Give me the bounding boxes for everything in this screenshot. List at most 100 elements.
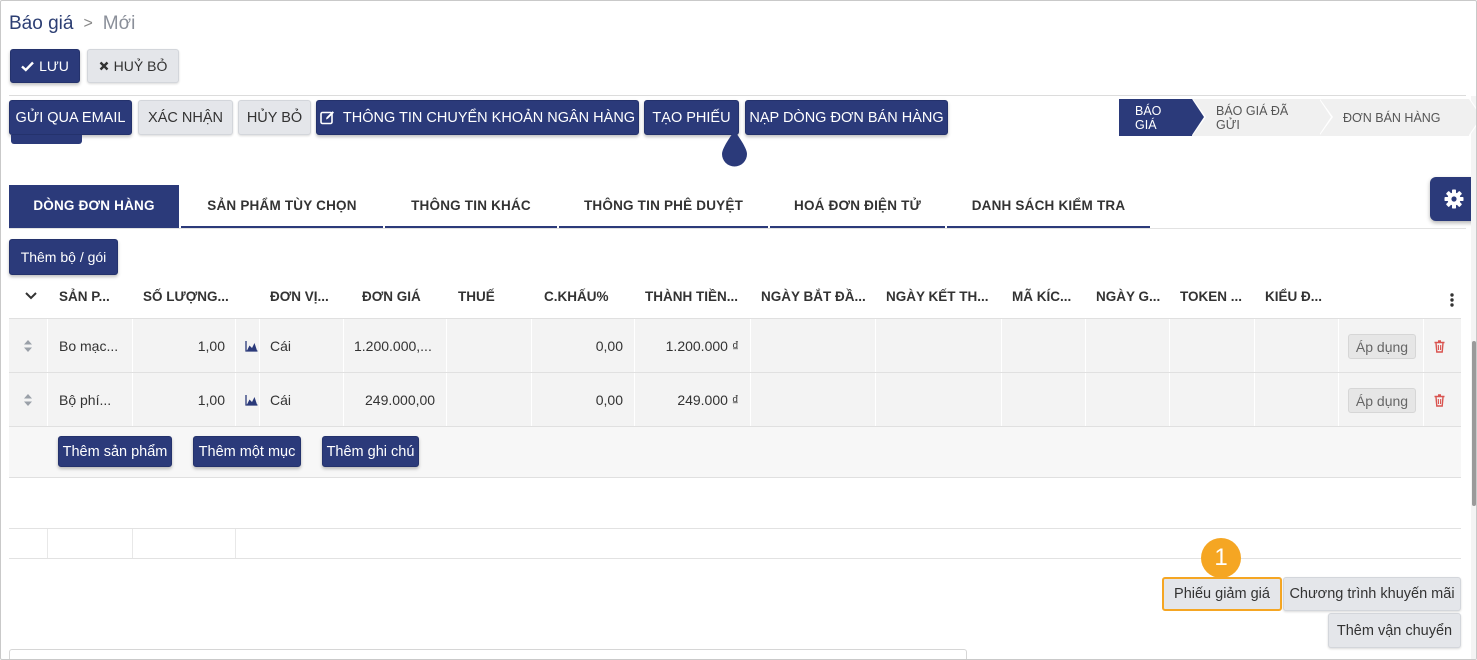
tab-other-info-label: THÔNG TIN KHÁC: [411, 198, 531, 213]
coupon-label: Phiếu giảm giá: [1174, 586, 1270, 602]
column-start-date[interactable]: NGÀY BẮT ĐẦ...: [761, 289, 866, 304]
row-quantity[interactable]: 1,00: [139, 319, 225, 373]
discard-button[interactable]: HUỶ BỎ: [87, 49, 179, 83]
add-bundle-button[interactable]: Thêm bộ / gói: [9, 239, 118, 275]
column-separator: [1254, 319, 1255, 373]
column-product[interactable]: SẢN P...: [59, 289, 110, 304]
add-shipping-button[interactable]: Thêm vận chuyển: [1328, 613, 1461, 648]
tab-approval-info[interactable]: THÔNG TIN PHÊ DUYỆT: [559, 185, 768, 228]
cancel-quote-label: HỦY BỎ: [246, 109, 303, 126]
hidden-button-edge: [11, 135, 82, 144]
tab-e-invoice-label: HOÁ ĐƠN ĐIỆN TỬ: [794, 198, 921, 213]
send-email-button[interactable]: GỬI QUA EMAIL: [9, 100, 132, 135]
column-separator: [259, 373, 260, 427]
tab-checklist[interactable]: DANH SÁCH KIỂM TRA: [947, 185, 1150, 228]
tab-e-invoice[interactable]: HOÁ ĐƠN ĐIỆN TỬ: [770, 185, 945, 228]
table-row[interactable]: Bộ phí... 1,00 Cái 249.000,00 0,00 249.0…: [9, 372, 1461, 427]
coupon-button[interactable]: Phiếu giảm giá: [1162, 577, 1282, 611]
column-separator: [132, 529, 133, 558]
stage-sales-order[interactable]: ĐƠN BÁN HÀNG: [1319, 99, 1476, 136]
column-separator: [750, 373, 751, 427]
discard-label: HUỶ BỎ: [113, 58, 168, 74]
column-discount[interactable]: C.KHẤU%: [544, 289, 609, 304]
column-activation-code[interactable]: MÃ KÍC...: [1012, 289, 1071, 304]
tab-other-info[interactable]: THÔNG TIN KHÁC: [385, 185, 557, 228]
chevron-down-icon[interactable]: [25, 292, 37, 300]
row-uom[interactable]: Cái: [270, 373, 291, 427]
row-quantity[interactable]: 1,00: [139, 373, 225, 427]
tab-order-lines-label: DÒNG ĐƠN HÀNG: [33, 198, 155, 213]
stage-quotation-sent-label: BÁO GIÁ ĐÃ GỬI: [1216, 103, 1289, 132]
row-unit-price[interactable]: 1.200.000,...: [354, 319, 432, 373]
add-section-label: Thêm một mục: [198, 443, 296, 460]
breadcrumb-root[interactable]: Báo giá: [9, 13, 73, 35]
column-separator: [1338, 373, 1339, 427]
column-separator: [531, 373, 532, 427]
sort-handle-icon[interactable]: [23, 319, 33, 373]
stage-quotation[interactable]: BÁO GIÁ: [1119, 99, 1206, 136]
row-discount[interactable]: 0,00: [539, 319, 623, 373]
row-subtotal: 1.200.000 ₫: [665, 338, 739, 354]
trash-icon[interactable]: [1434, 373, 1445, 427]
create-ticket-button[interactable]: TẠO PHIẾU: [644, 100, 739, 135]
gear-icon: [1444, 189, 1464, 209]
sort-handle-icon[interactable]: [23, 373, 33, 427]
column-separator: [1085, 373, 1086, 427]
terms-note-field[interactable]: [9, 649, 967, 659]
chart-icon[interactable]: [245, 373, 258, 427]
apply-button[interactable]: Áp dụng: [1348, 388, 1416, 413]
load-sales-lines-label: NẠP DÒNG ĐƠN BÁN HÀNG: [749, 109, 944, 126]
trash-icon[interactable]: [1434, 319, 1445, 373]
row-uom[interactable]: Cái: [270, 319, 291, 373]
column-date-g[interactable]: NGÀY G...: [1096, 289, 1160, 304]
apply-button[interactable]: Áp dụng: [1348, 334, 1416, 359]
empty-row-line: [9, 528, 1461, 529]
settings-button[interactable]: [1430, 177, 1476, 221]
bank-info-button[interactable]: THÔNG TIN CHUYỂN KHOẢN NGÂN HÀNG: [316, 100, 639, 135]
column-subtotal[interactable]: THÀNH TIỀN...: [645, 289, 738, 304]
table-row[interactable]: Bo mạc... 1,00 Cái 1.200.000,... 0,00 1.…: [9, 318, 1461, 373]
column-end-date[interactable]: NGÀY KẾT TH...: [886, 289, 989, 304]
load-sales-lines-button[interactable]: NẠP DÒNG ĐƠN BÁN HÀNG: [745, 100, 948, 135]
add-section-button[interactable]: Thêm một mục: [193, 436, 301, 467]
row-product[interactable]: Bo mạc...: [59, 319, 118, 373]
create-ticket-label: TẠO PHIẾU: [652, 109, 731, 126]
tabs-divider: [9, 228, 1466, 229]
tab-order-lines[interactable]: DÒNG ĐƠN HÀNG: [9, 185, 179, 228]
confirm-button[interactable]: XÁC NHẬN: [138, 100, 233, 135]
order-lines-header: SẢN P... SỐ LƯỢNG... ĐƠN VỊ... ĐƠN GIÁ T…: [9, 281, 1461, 313]
column-tax[interactable]: THUẾ: [458, 289, 495, 304]
promotion-button[interactable]: Chương trình khuyến mãi: [1283, 577, 1461, 611]
column-separator: [132, 319, 133, 373]
column-token[interactable]: TOKEN ...: [1180, 289, 1242, 304]
column-separator: [750, 319, 751, 373]
kebab-icon[interactable]: [1450, 293, 1454, 307]
close-icon: [99, 61, 109, 71]
column-quantity[interactable]: SỐ LƯỢNG...: [143, 289, 229, 304]
column-unit-price[interactable]: ĐƠN GIÁ: [362, 289, 421, 304]
column-separator: [875, 319, 876, 373]
column-separator: [235, 529, 236, 558]
cancel-quote-button[interactable]: HỦY BỎ: [238, 100, 311, 135]
save-button[interactable]: LƯU: [10, 49, 80, 83]
column-separator: [47, 319, 48, 373]
column-separator: [634, 373, 635, 427]
column-separator: [47, 529, 48, 558]
row-product[interactable]: Bộ phí...: [59, 373, 111, 427]
row-unit-price[interactable]: 249.000,00: [365, 373, 435, 427]
add-note-button[interactable]: Thêm ghi chú: [322, 436, 419, 467]
column-separator: [343, 319, 344, 373]
row-discount[interactable]: 0,00: [539, 373, 623, 427]
save-label: LƯU: [39, 58, 69, 74]
column-separator: [446, 373, 447, 427]
column-type[interactable]: KIỂU Đ...: [1265, 289, 1322, 304]
scrollbar-thumb[interactable]: [1472, 341, 1476, 506]
tab-optional-products[interactable]: SẢN PHẨM TÙY CHỌN: [181, 185, 383, 228]
notebook-tabs: DÒNG ĐƠN HÀNG SẢN PHẨM TÙY CHỌN THÔNG TI…: [9, 185, 1152, 228]
stage-quotation-sent[interactable]: BÁO GIÁ ĐÃ GỬI: [1192, 99, 1333, 136]
column-separator: [132, 373, 133, 427]
stage-sales-order-label: ĐƠN BÁN HÀNG: [1343, 110, 1441, 125]
chart-icon[interactable]: [245, 319, 258, 373]
column-uom[interactable]: ĐƠN VỊ...: [270, 289, 329, 304]
add-product-button[interactable]: Thêm sản phẩm: [58, 436, 172, 467]
